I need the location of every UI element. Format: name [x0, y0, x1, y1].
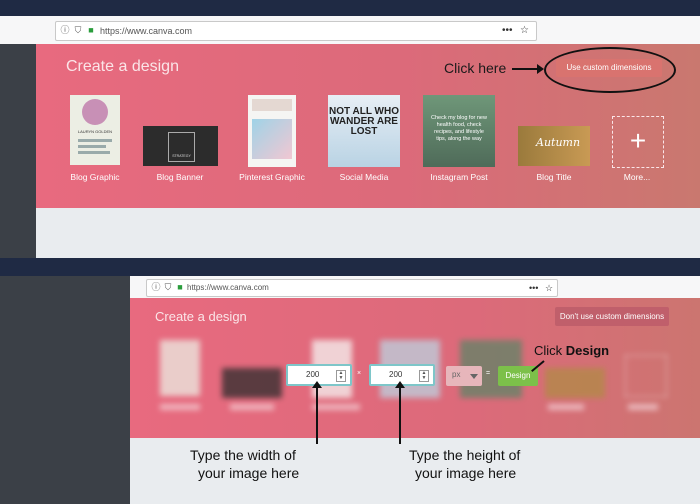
height-stepper[interactable]: ▲ ▼	[419, 370, 429, 382]
template-label[interactable]: Social Media	[314, 172, 414, 182]
template-blog-banner[interactable]: STRATEGY	[143, 126, 218, 166]
thumb-line	[78, 151, 110, 154]
star-icon[interactable]: ☆	[545, 281, 553, 295]
template-instagram-post[interactable]: Check my blog for new health food, check…	[423, 95, 495, 167]
content-area	[36, 208, 700, 258]
height-hint-line1: Type the height of	[409, 447, 521, 463]
lock-icon: ■	[177, 282, 183, 292]
equals-sign: =	[486, 370, 491, 377]
height-hint-line2: your image here	[415, 465, 517, 481]
panel-divider	[0, 258, 700, 276]
url-text[interactable]: https://www.canva.com	[187, 281, 269, 295]
url-text[interactable]: https://www.canva.com	[100, 24, 192, 38]
canva-sidebar	[0, 44, 36, 258]
thumb-text: Check my blog for new health food, check…	[431, 115, 487, 142]
unit-select[interactable]: px	[446, 366, 482, 386]
top-strip	[0, 0, 700, 16]
template-social-media[interactable]: NOT ALL WHO WANDER ARE LOST	[328, 95, 400, 167]
chevron-down-icon	[470, 374, 478, 379]
thumb-text: NOT ALL WHO WANDER ARE LOST	[329, 106, 399, 137]
annotation-bold: Design	[565, 343, 610, 358]
info-icon[interactable]: ⓘ	[60, 25, 70, 35]
blurred-label	[628, 404, 658, 410]
annotation-prefix: Click	[534, 343, 566, 358]
blurred-template	[545, 368, 605, 398]
template-blog-title[interactable]: Autumn	[518, 126, 590, 166]
shield-icon[interactable]: ⛉	[163, 282, 173, 292]
address-bar[interactable]: ⓘ ⛉ ■ https://www.canva.com ••• ☆	[55, 21, 537, 41]
blurred-template	[160, 340, 200, 396]
plus-icon: +	[629, 125, 647, 156]
height-annotation-arrow	[395, 381, 405, 444]
thumb-header	[252, 99, 292, 111]
click-here-annotation: Click here	[444, 60, 507, 76]
canva-sidebar	[0, 276, 130, 504]
template-label[interactable]: Pinterest Graphic	[222, 172, 322, 182]
star-icon[interactable]: ☆	[520, 24, 529, 38]
thumb-name: LAURYN GOLDEN	[77, 129, 113, 134]
template-label[interactable]: Blog Banner	[130, 172, 230, 182]
thumb-text: Autumn	[536, 136, 581, 149]
template-label[interactable]: More...	[587, 172, 687, 182]
width-stepper[interactable]: ▲ ▼	[336, 370, 346, 382]
width-hint-line2: your image here	[198, 465, 300, 481]
shield-icon[interactable]: ⛉	[73, 25, 83, 35]
info-icon[interactable]: ⓘ	[151, 282, 161, 292]
thumb-line	[78, 145, 106, 148]
address-bar[interactable]: ⓘ ⛉ ■ https://www.canva.com ••• ☆	[146, 279, 558, 297]
thumb-image	[252, 119, 292, 159]
width-value[interactable]: 200	[306, 370, 319, 379]
annotation-ellipse	[544, 47, 676, 93]
blurred-template	[222, 368, 282, 398]
annotation-arrow	[512, 64, 544, 74]
height-value[interactable]: 200	[389, 370, 402, 379]
template-pinterest-graphic[interactable]	[248, 95, 296, 167]
click-design-annotation: Click Design	[534, 343, 609, 358]
lock-icon: ■	[88, 25, 94, 35]
blurred-label	[312, 404, 360, 410]
template-blog-graphic[interactable]: LAURYN GOLDEN	[70, 95, 120, 165]
times-sign: ×	[357, 370, 362, 377]
template-label[interactable]: Instagram Post	[409, 172, 509, 182]
more-icon[interactable]: •••	[502, 24, 513, 38]
blurred-label	[160, 404, 200, 410]
thumb-circle	[82, 99, 108, 125]
width-hint-line1: Type the width of	[190, 447, 296, 463]
thumb-line	[78, 139, 112, 142]
dont-use-custom-dimensions-button[interactable]: Don't use custom dimensions	[555, 307, 669, 326]
width-annotation-arrow	[312, 381, 322, 444]
more-icon[interactable]: •••	[529, 281, 538, 295]
thumb-text: STRATEGY	[172, 154, 191, 158]
blurred-label	[230, 404, 274, 410]
unit-value: px	[452, 370, 461, 379]
more-templates-tile[interactable]: +	[612, 116, 664, 168]
blurred-label	[548, 404, 584, 410]
blurred-template	[625, 355, 667, 397]
page-title: Create a design	[66, 58, 179, 75]
page-title: Create a design	[155, 309, 247, 324]
